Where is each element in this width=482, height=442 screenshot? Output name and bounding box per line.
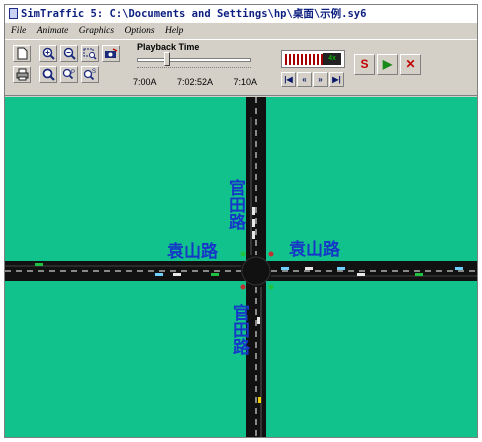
menu-help[interactable]: Help: [165, 26, 183, 36]
vehicle: [252, 207, 255, 215]
zoom-in-icon[interactable]: [39, 45, 57, 62]
vehicle: [305, 267, 313, 270]
map-canvas[interactable]: 官田路 袁山路 袁山路 官田路: [5, 97, 477, 437]
step-back-button[interactable]: «: [297, 72, 312, 87]
stop-record-button[interactable]: ✕: [400, 54, 421, 75]
start-time: 7:00A: [133, 77, 157, 87]
vehicle: [415, 273, 423, 276]
vehicle: [211, 273, 219, 276]
camera-icon[interactable]: [102, 45, 120, 62]
app-icon: [9, 8, 18, 19]
menu-bar: File Animate Graphics Options Help: [5, 24, 477, 38]
window-title: SimTraffic 5: C:\Documents and Settings\…: [21, 8, 367, 20]
zoom-previous-icon[interactable]: P: [60, 66, 78, 83]
zoom-out-icon[interactable]: [60, 45, 78, 62]
zoom-scale-icon[interactable]: S: [81, 66, 99, 83]
signal-head: [240, 251, 246, 257]
print-icon[interactable]: [13, 66, 31, 83]
intersection: [241, 256, 271, 286]
east-street-label: 袁山路: [289, 240, 340, 260]
current-time: 7:02:52A: [176, 77, 214, 87]
simtraffic-window: SimTraffic 5: C:\Documents and Settings\…: [4, 4, 478, 438]
signal-head: [268, 251, 274, 257]
speed-control[interactable]: 4x: [281, 50, 345, 68]
zoom-previous-letter: P: [71, 70, 75, 76]
vehicle: [455, 267, 463, 270]
playback-time-label: Playback Time: [137, 42, 200, 52]
end-time: 7:10A: [233, 77, 257, 87]
record-button[interactable]: ▶: [377, 54, 398, 75]
vehicle: [357, 273, 365, 276]
menu-graphics[interactable]: Graphics: [79, 26, 114, 36]
speed-value: 4x: [323, 53, 341, 65]
menu-file[interactable]: File: [11, 26, 26, 36]
new-document-icon[interactable]: [13, 45, 31, 62]
seed-button[interactable]: S: [354, 54, 375, 75]
playback-slider-track[interactable]: [137, 58, 251, 62]
signal-head: [268, 284, 274, 290]
playback-slider-thumb[interactable]: [164, 52, 170, 66]
vehicle: [155, 273, 163, 276]
last-frame-button[interactable]: ▶|: [329, 72, 344, 87]
speed-bars: [285, 54, 323, 65]
network-drawing: [5, 97, 477, 437]
menu-animate[interactable]: Animate: [37, 26, 69, 36]
vehicle: [252, 231, 255, 239]
vehicle: [281, 267, 289, 270]
title-bar: SimTraffic 5: C:\Documents and Settings\…: [5, 5, 477, 23]
vehicle: [257, 317, 260, 324]
south-street-label: 官田路: [229, 304, 249, 355]
zoom-scale-letter: S: [92, 69, 96, 75]
vehicle: [252, 219, 255, 227]
west-street-label: 袁山路: [167, 242, 218, 262]
zoom-all-icon[interactable]: [39, 66, 57, 83]
signal-head: [240, 284, 246, 290]
zoom-window-icon[interactable]: [81, 45, 99, 62]
north-street-label: 官田路: [225, 179, 245, 230]
step-forward-button[interactable]: »: [313, 72, 328, 87]
vehicle: [173, 273, 181, 276]
toolbar: P S Playback Time 7:00A 7:02:52A 7:10A 4…: [5, 39, 477, 96]
vehicle: [35, 263, 43, 266]
first-frame-button[interactable]: |◀: [281, 72, 296, 87]
menu-options[interactable]: Options: [124, 26, 154, 36]
playback-panel: Playback Time 7:00A 7:02:52A 7:10A: [127, 42, 257, 92]
playback-ticks: [137, 67, 251, 71]
playback-time-labels: 7:00A 7:02:52A 7:10A: [133, 77, 257, 87]
vehicle: [258, 397, 261, 403]
vehicle: [337, 267, 345, 270]
